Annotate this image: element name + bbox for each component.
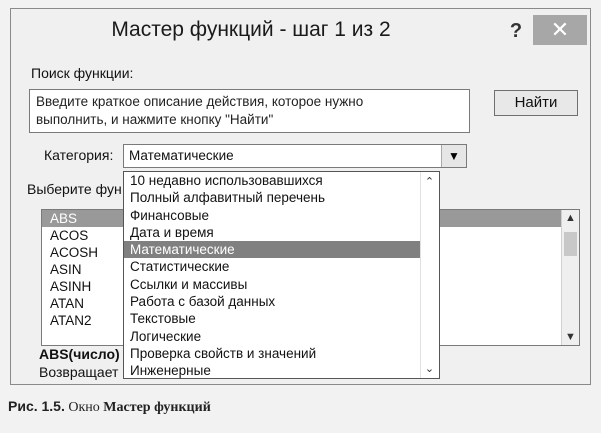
search-input[interactable]: Введите краткое описание действия, котор…: [29, 89, 470, 133]
dropdown-option[interactable]: Ссылки и массивы: [124, 276, 439, 293]
search-label: Поиск функции:: [31, 65, 133, 81]
category-selected-value: Математические: [129, 148, 234, 163]
function-description: Возвращает: [39, 364, 119, 380]
chevron-up-icon[interactable]: ⌃: [421, 175, 438, 188]
caption-number: Рис. 1.5.: [8, 398, 65, 414]
search-label-text: Поиск функции:: [31, 65, 134, 81]
scrollbar-thumb[interactable]: [564, 232, 577, 256]
dropdown-option[interactable]: Текстовые: [124, 310, 439, 327]
dropdown-option[interactable]: 10 недавно использовавшихся: [124, 172, 439, 189]
dropdown-option[interactable]: Математические: [124, 241, 439, 259]
chevron-down-icon[interactable]: ⌄: [421, 362, 438, 375]
dropdown-option[interactable]: Дата и время: [124, 224, 439, 241]
find-button[interactable]: Найти: [494, 90, 578, 116]
dropdown-option[interactable]: Проверка свойств и значений: [124, 345, 439, 362]
help-button[interactable]: ?: [502, 17, 530, 45]
figure-caption: Рис. 1.5. Окно Мастер функций: [8, 398, 211, 416]
chevron-down-icon[interactable]: ▼: [441, 145, 466, 167]
function-syntax: ABS(число): [39, 346, 120, 362]
title-bar: Мастер функций - шаг 1 из 2 ? ✕: [11, 9, 590, 55]
function-list-scrollbar[interactable]: ▲ ▼: [561, 210, 579, 345]
search-hint-line1: Введите краткое описание действия, котор…: [36, 94, 364, 109]
dropdown-scrollbar[interactable]: ⌃ ⌄: [420, 172, 439, 378]
dialog-title: Мастер функций - шаг 1 из 2: [111, 18, 391, 41]
scroll-up-icon[interactable]: ▲: [562, 212, 579, 224]
dropdown-option[interactable]: Инженерные: [124, 362, 439, 378]
category-select[interactable]: Математические ▼: [123, 144, 467, 168]
category-dropdown[interactable]: 10 недавно использовавшихся Полный алфав…: [123, 171, 440, 379]
dropdown-option[interactable]: Финансовые: [124, 207, 439, 224]
dropdown-option[interactable]: Логические: [124, 328, 439, 345]
search-hint-line2: выполнить, и нажмите кнопку "Найти": [36, 112, 274, 127]
category-label: Категория:: [44, 147, 114, 163]
close-button[interactable]: ✕: [533, 15, 587, 45]
dropdown-option[interactable]: Полный алфавитный перечень: [124, 189, 439, 206]
choose-function-label: Выберите фун: [27, 181, 122, 197]
scroll-down-icon[interactable]: ▼: [562, 331, 579, 343]
dropdown-option[interactable]: Работа с базой данных: [124, 293, 439, 310]
dropdown-option[interactable]: Статистические: [124, 258, 439, 275]
caption-text: Окно: [68, 400, 100, 415]
caption-bold: Мастер функций: [103, 400, 211, 415]
